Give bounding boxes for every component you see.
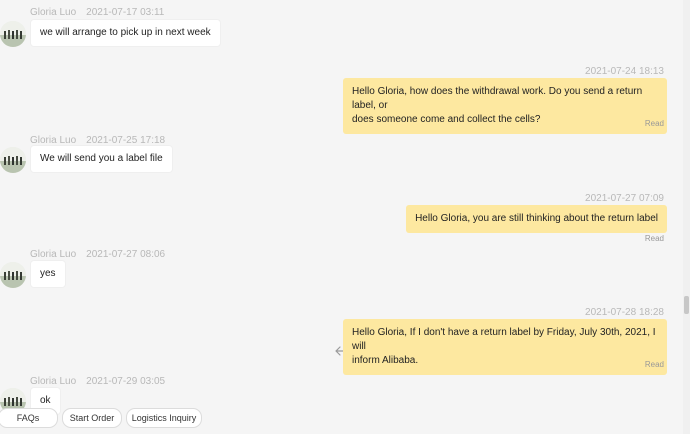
message-time: 2021-07-25 17:18 — [86, 135, 166, 146]
scrollbar[interactable] — [683, 0, 690, 434]
avatar[interactable] — [0, 21, 26, 47]
chat-history[interactable]: Gloria Luo 2021-07-17 03:11 we will arran… — [0, 0, 682, 434]
avatar-image — [0, 21, 26, 47]
scrollbar-thumb[interactable] — [684, 296, 689, 314]
sender-name: Gloria Luo — [30, 135, 77, 146]
message-meta: Gloria Luo 2021-07-27 08:06 — [30, 249, 165, 260]
start-order-button[interactable]: Start Order — [62, 408, 122, 428]
incoming-message[interactable]: yes — [31, 261, 65, 287]
read-status: Read — [644, 234, 664, 243]
avatar-image — [0, 147, 26, 173]
message-line: inform Alibaba. — [352, 355, 419, 366]
avatar[interactable] — [0, 147, 26, 173]
sender-name: Gloria Luo — [30, 376, 77, 387]
faqs-button[interactable]: FAQs — [0, 408, 58, 428]
message-line: Hello Gloria, If I don't have a return l… — [352, 327, 656, 352]
read-status: Read — [644, 119, 664, 128]
outgoing-message[interactable]: Hello Gloria, If I don't have a return l… — [343, 319, 667, 375]
read-status: Read — [644, 360, 664, 369]
message-time: 2021-07-27 07:09 — [585, 193, 664, 204]
avatar-image — [0, 262, 26, 288]
message-line: does someone come and collect the cells? — [352, 114, 541, 125]
incoming-message[interactable]: We will send you a label file — [31, 146, 172, 172]
outgoing-message[interactable]: Hello Gloria, how does the withdrawal wo… — [343, 78, 667, 134]
message-meta: Gloria Luo 2021-07-17 03:11 — [30, 7, 164, 18]
sender-name: Gloria Luo — [30, 7, 77, 18]
incoming-message[interactable]: we will arrange to pick up in next week — [31, 20, 220, 46]
logistics-inquiry-button[interactable]: Logistics Inquiry — [126, 408, 202, 428]
message-time: 2021-07-17 03:11 — [86, 7, 165, 18]
message-meta: Gloria Luo 2021-07-25 17:18 — [30, 135, 165, 146]
message-meta: Gloria Luo 2021-07-29 03:05 — [30, 376, 165, 387]
message-time: 2021-07-27 08:06 — [86, 249, 166, 260]
sender-name: Gloria Luo — [30, 249, 77, 260]
message-time: 2021-07-29 03:05 — [86, 376, 166, 387]
outgoing-message[interactable]: Hello Gloria, you are still thinking abo… — [406, 205, 667, 233]
message-time: 2021-07-28 18:28 — [585, 307, 664, 318]
quick-actions-bar: FAQs Start Order Logistics Inquiry — [0, 406, 682, 434]
avatar[interactable] — [0, 262, 26, 288]
message-time: 2021-07-24 18:13 — [585, 66, 664, 77]
message-line: Hello Gloria, how does the withdrawal wo… — [352, 86, 643, 111]
